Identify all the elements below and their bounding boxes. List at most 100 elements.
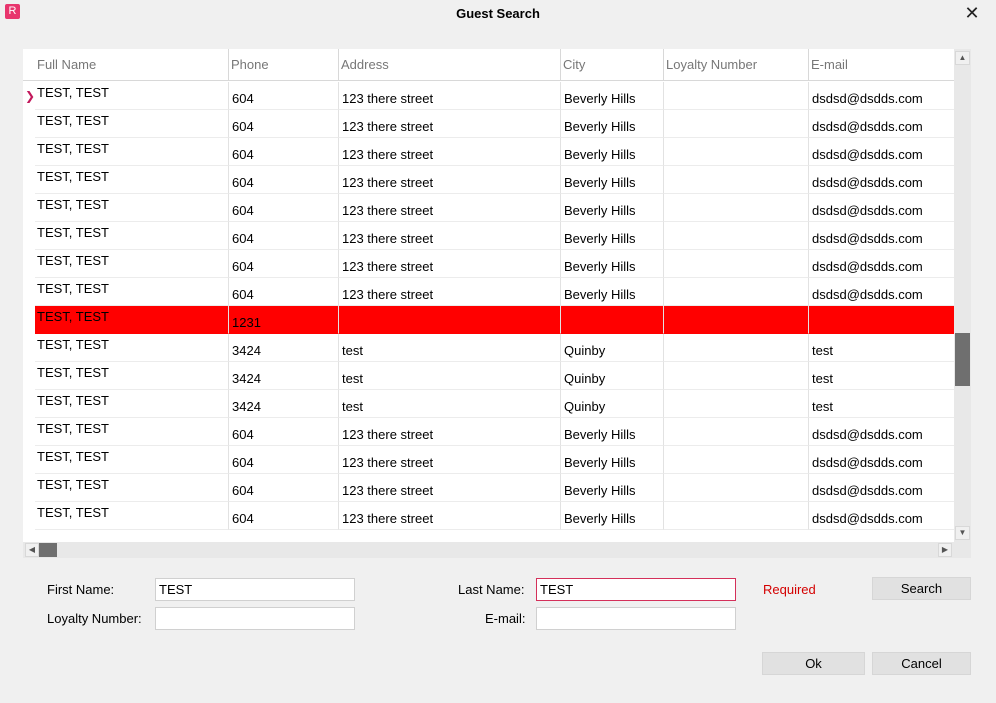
horizontal-scroll-thumb[interactable]	[39, 543, 57, 557]
cell-city: Beverly Hills	[561, 502, 664, 530]
cell-address: 123 there street	[339, 446, 561, 474]
row-selector[interactable]	[23, 390, 35, 418]
row-selector[interactable]	[23, 306, 35, 334]
cell-email: dsdsd@dsdds.com	[809, 110, 954, 138]
cell-full-name: TEST, TEST	[35, 334, 229, 362]
table-row[interactable]: TEST, TEST 604 123 there street Beverly Hil…	[23, 222, 954, 250]
table-row[interactable]: TEST, TEST 3424 test Quinby test	[23, 390, 954, 418]
cell-city: Beverly Hills	[561, 418, 664, 446]
cell-email: dsdsd@dsdds.com	[809, 250, 954, 278]
table-row[interactable]: TEST, TEST 604 123 there street Beverly Hil…	[23, 194, 954, 222]
cell-address: 123 there street	[339, 222, 561, 250]
scroll-right-icon[interactable]: ▶	[938, 543, 952, 557]
ok-button[interactable]: Ok	[762, 652, 865, 675]
table-row[interactable]: TEST, TEST 604 123 there street Beverly Hil…	[23, 446, 954, 474]
table-row[interactable]: TEST, TEST 604 123 there street Beverly Hil…	[23, 110, 954, 138]
scroll-up-icon[interactable]: ▲	[955, 51, 970, 65]
first-name-input[interactable]	[155, 578, 355, 601]
cell-city: Beverly Hills	[561, 110, 664, 138]
row-selector[interactable]	[23, 138, 35, 166]
cell-address: 123 there street	[339, 110, 561, 138]
row-selector[interactable]	[23, 250, 35, 278]
cell-phone: 604	[229, 418, 339, 446]
close-icon[interactable]: ✕	[962, 3, 982, 23]
cell-loyalty-number	[664, 222, 809, 250]
cell-address: test	[339, 334, 561, 362]
cell-loyalty-number	[664, 390, 809, 418]
cell-city: Beverly Hills	[561, 166, 664, 194]
cancel-button[interactable]: Cancel	[872, 652, 971, 675]
vertical-scrollbar[interactable]: ▲ ▼	[954, 49, 971, 542]
cell-address: 123 there street	[339, 418, 561, 446]
last-name-label: Last Name:	[458, 582, 525, 597]
table-row[interactable]: TEST, TEST 604 123 there street Beverly Hil…	[23, 474, 954, 502]
cell-loyalty-number	[664, 194, 809, 222]
column-header-loyalty-number[interactable]: Loyalty Number	[664, 49, 809, 81]
row-selector[interactable]: ❯	[23, 82, 35, 110]
cell-loyalty-number	[664, 166, 809, 194]
row-selector[interactable]	[23, 418, 35, 446]
horizontal-scrollbar[interactable]: ◀ ▶	[23, 542, 954, 558]
column-header-city[interactable]: City	[561, 49, 664, 81]
column-header-address[interactable]: Address	[339, 49, 561, 81]
window-title: Guest Search	[456, 6, 540, 21]
column-header-phone[interactable]: Phone	[229, 49, 339, 81]
cell-phone: 3424	[229, 362, 339, 390]
email-label: E-mail:	[485, 611, 526, 626]
cell-phone: 604	[229, 110, 339, 138]
table-row[interactable]: TEST, TEST 1231	[23, 306, 954, 334]
table-row[interactable]: TEST, TEST 604 123 there street Beverly Hil…	[23, 250, 954, 278]
loyalty-number-input[interactable]	[155, 607, 355, 630]
cell-city: Beverly Hills	[561, 446, 664, 474]
row-selector[interactable]	[23, 362, 35, 390]
guest-results-grid[interactable]: Full Name Phone Address City Loyalty Num…	[23, 49, 971, 558]
cell-full-name: TEST, TEST	[35, 474, 229, 502]
row-selector[interactable]	[23, 194, 35, 222]
cell-loyalty-number	[664, 446, 809, 474]
cell-full-name: TEST, TEST	[35, 138, 229, 166]
cell-address	[339, 306, 561, 334]
email-input[interactable]	[536, 607, 736, 630]
cell-loyalty-number	[664, 474, 809, 502]
cell-loyalty-number	[664, 82, 809, 110]
table-row[interactable]: TEST, TEST 3424 test Quinby test	[23, 362, 954, 390]
cell-address: 123 there street	[339, 138, 561, 166]
cell-loyalty-number	[664, 250, 809, 278]
vertical-scroll-thumb[interactable]	[955, 333, 970, 386]
cell-email: dsdsd@dsdds.com	[809, 82, 954, 110]
table-row[interactable]: ❯ TEST, TEST 604 123 there street Beverly Hi…	[23, 82, 954, 110]
scroll-down-icon[interactable]: ▼	[955, 526, 970, 540]
search-button[interactable]: Search	[872, 577, 971, 600]
table-row[interactable]: TEST, TEST 604 123 there street Beverly Hil…	[23, 138, 954, 166]
cell-full-name: TEST, TEST	[35, 222, 229, 250]
scroll-left-icon[interactable]: ◀	[25, 543, 39, 557]
last-name-input[interactable]	[536, 578, 736, 601]
cell-phone: 1231	[229, 306, 339, 334]
cell-city: Quinby	[561, 362, 664, 390]
row-selector[interactable]	[23, 474, 35, 502]
cell-city: Beverly Hills	[561, 474, 664, 502]
column-header-full-name[interactable]: Full Name	[35, 49, 229, 81]
cell-email	[809, 306, 954, 334]
row-selector[interactable]	[23, 110, 35, 138]
cell-full-name: TEST, TEST	[35, 278, 229, 306]
current-row-arrow-icon: ❯	[25, 89, 36, 103]
cell-email: dsdsd@dsdds.com	[809, 194, 954, 222]
table-row[interactable]: TEST, TEST 604 123 there street Beverly Hil…	[23, 278, 954, 306]
row-selector[interactable]	[23, 222, 35, 250]
row-selector[interactable]	[23, 278, 35, 306]
table-row[interactable]: TEST, TEST 604 123 there street Beverly Hil…	[23, 166, 954, 194]
table-row[interactable]: TEST, TEST 604 123 there street Beverly Hil…	[23, 502, 954, 530]
cell-phone: 604	[229, 502, 339, 530]
row-selector[interactable]	[23, 446, 35, 474]
cell-loyalty-number	[664, 138, 809, 166]
table-row[interactable]: TEST, TEST 3424 test Quinby test	[23, 334, 954, 362]
column-header-email[interactable]: E-mail	[809, 49, 954, 81]
row-selector[interactable]	[23, 502, 35, 530]
cell-phone: 3424	[229, 334, 339, 362]
cell-city: Quinby	[561, 390, 664, 418]
table-row[interactable]: TEST, TEST 604 123 there street Beverly Hil…	[23, 418, 954, 446]
cell-city: Beverly Hills	[561, 250, 664, 278]
row-selector[interactable]	[23, 166, 35, 194]
row-selector[interactable]	[23, 334, 35, 362]
